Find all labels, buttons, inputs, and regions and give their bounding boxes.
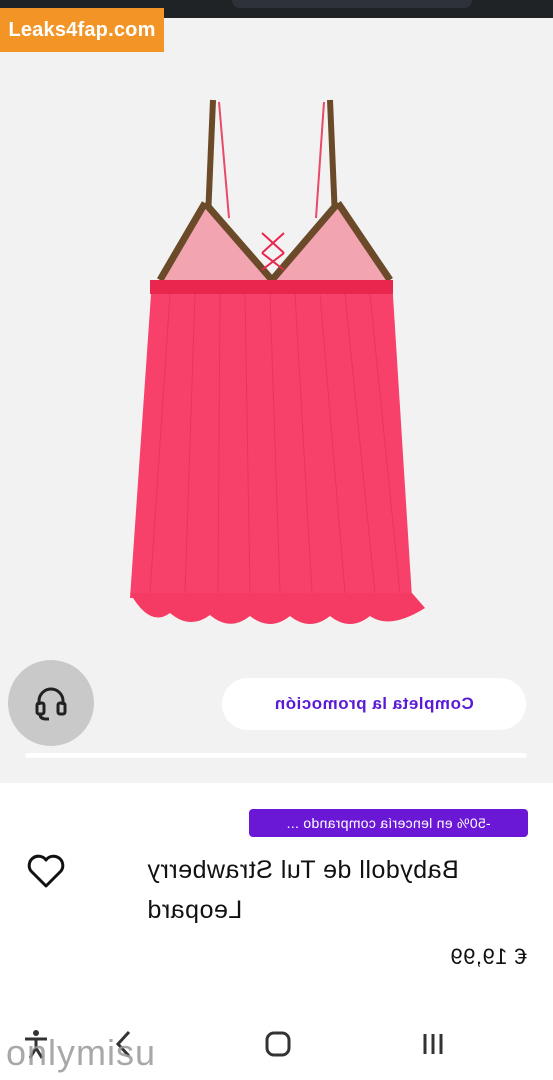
home-icon[interactable] bbox=[263, 1024, 293, 1064]
promotion-badge[interactable]: -50% en lencería comprando ... bbox=[249, 809, 528, 837]
camera-cutout bbox=[232, 0, 472, 8]
wishlist-button[interactable] bbox=[26, 852, 66, 890]
image-carousel-indicator bbox=[25, 753, 527, 758]
babydoll-illustration bbox=[130, 99, 425, 624]
product-price: € 19,99 bbox=[450, 944, 527, 969]
complete-promotion-button[interactable]: Completa la promoción bbox=[222, 678, 526, 730]
product-title: Babydoll de Tul Strawberry Leopard bbox=[147, 856, 459, 924]
support-button[interactable] bbox=[8, 660, 94, 746]
recents-icon[interactable] bbox=[418, 1024, 448, 1064]
headset-icon bbox=[35, 687, 67, 721]
watermark-badge: Leaks4fap.com bbox=[0, 8, 164, 52]
bottom-watermark: onlymisu bbox=[6, 1032, 157, 1073]
product-image[interactable] bbox=[0, 18, 553, 783]
heart-icon bbox=[27, 854, 65, 888]
